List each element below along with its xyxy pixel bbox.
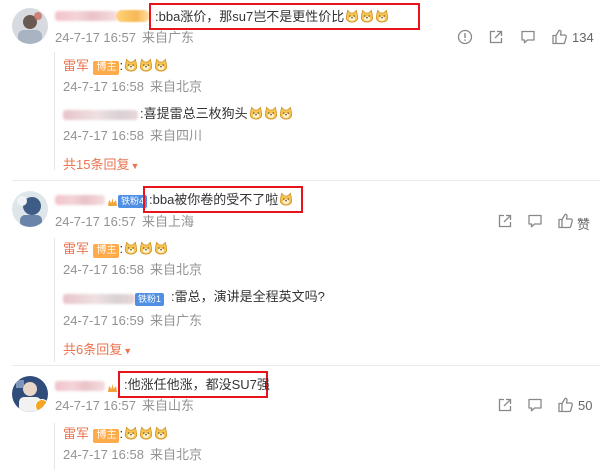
reply-text-content: :喜提雷总三枚狗头 [140, 106, 248, 121]
reply-location: 来自北京 [149, 79, 202, 94]
comment-meta: 24-7-17 16:57 来自上海 [55, 213, 194, 231]
reply-location: 来自广东 [149, 313, 202, 328]
author-badge: 博主 [93, 429, 120, 443]
caret-down-icon: ▼ [123, 346, 133, 356]
reply-time: 24-7-17 16:58 [63, 447, 144, 462]
comment-text-content: :bba被你卷的受不了啦 [149, 192, 279, 207]
reply-author[interactable]: 雷军 [63, 241, 89, 256]
doge-emoji-icon [248, 106, 293, 121]
verified-badge-icon [35, 399, 48, 412]
reply-author[interactable]: 雷军 [63, 58, 89, 73]
reply-text: :雷总，演讲是全程英文吗? [171, 289, 325, 304]
reply-thread-line [54, 238, 55, 362]
reply-location: 来自北京 [149, 262, 202, 277]
more-replies-link[interactable]: 共6条回复▼ [63, 341, 132, 360]
comment-location: 来自上海 [141, 214, 194, 229]
avatar[interactable] [12, 376, 48, 412]
reply-item: 雷军 博主: [63, 425, 168, 443]
reply-author[interactable] [63, 110, 138, 120]
comment-icon[interactable] [527, 213, 543, 234]
doge-emoji-icon [123, 240, 168, 257]
doge-emoji-icon [278, 192, 293, 207]
reply-meta: 24-7-17 16:59 来自广东 [63, 312, 202, 330]
doge-emoji-icon [123, 425, 168, 442]
reply-thread-line [54, 423, 55, 470]
share-icon[interactable] [497, 213, 513, 234]
like-count: 134 [572, 30, 594, 45]
comment-meta: 24-7-17 16:57 来自广东 [55, 29, 194, 47]
reply-item: 雷军 博主: [63, 240, 168, 258]
comment-meta: 24-7-17 16:57 来自山东 [55, 397, 194, 415]
caret-down-icon: ▼ [130, 161, 140, 171]
avatar[interactable] [12, 191, 48, 227]
reply-meta: 24-7-17 16:58 来自北京 [63, 261, 202, 279]
report-icon[interactable] [457, 29, 473, 50]
more-replies-label: 共15条回复 [63, 157, 130, 172]
comment-location: 来自广东 [141, 30, 194, 45]
doge-emoji-icon [344, 9, 389, 24]
fan-badge [116, 10, 150, 22]
more-replies-link[interactable]: 共15条回复▼ [63, 156, 139, 175]
reply-text: :喜提雷总三枚狗头 [140, 105, 293, 123]
comment-text: :bba被你卷的受不了啦 [149, 191, 293, 209]
like-count: 50 [578, 398, 593, 413]
reply-meta: 24-7-17 16:58 来自四川 [63, 127, 202, 145]
reply-time: 24-7-17 16:59 [63, 313, 144, 328]
comment-feed: :bba涨价，那su7岂不是更性价比 24-7-17 16:57 来自广东 134… [0, 0, 600, 470]
comment-location: 来自山东 [141, 398, 194, 413]
author-name[interactable] [55, 195, 105, 205]
reply-meta: 24-7-17 16:58 来自北京 [63, 78, 202, 96]
reply-thread-line [54, 52, 55, 170]
reply-time: 24-7-17 16:58 [63, 79, 144, 94]
reply-time: 24-7-17 16:58 [63, 128, 144, 143]
share-icon[interactable] [488, 29, 504, 50]
comment-divider [12, 180, 600, 181]
comment-text-content: :bba涨价，那su7岂不是更性价比 [155, 9, 345, 24]
share-icon[interactable] [497, 397, 513, 418]
avatar[interactable] [12, 8, 48, 44]
reply-location: 来自北京 [149, 447, 202, 462]
author-name[interactable] [55, 11, 117, 21]
author-badge: 博主 [93, 61, 120, 75]
fan-badge: 铁粉1 [135, 293, 165, 306]
author-badge: 博主 [93, 244, 120, 258]
comment-icon[interactable] [520, 29, 536, 50]
reply-meta: 24-7-17 16:58 来自北京 [63, 446, 202, 464]
doge-emoji-icon [123, 57, 168, 74]
like-label: 赞 [577, 217, 591, 232]
reply-author[interactable]: 雷军 [63, 426, 89, 441]
reply-time: 24-7-17 16:58 [63, 262, 144, 277]
comment-time: 24-7-17 16:57 [55, 214, 136, 229]
comment-text: :bba涨价，那su7岂不是更性价比 [155, 8, 389, 26]
comment-time: 24-7-17 16:57 [55, 30, 136, 45]
comment-divider [12, 365, 600, 366]
comment-icon[interactable] [527, 397, 543, 418]
reply-author[interactable] [63, 294, 135, 304]
crown-icon [107, 195, 118, 213]
reply-location: 来自四川 [149, 128, 202, 143]
author-name[interactable] [55, 381, 105, 391]
more-replies-label: 共6条回复 [63, 342, 123, 357]
comment-text: :他涨任他涨，都没SU7强 [124, 377, 270, 392]
thumbs-up-icon[interactable] [557, 396, 574, 418]
reply-item: 雷军 博主: [63, 57, 168, 75]
comment-time: 24-7-17 16:57 [55, 398, 136, 413]
thumbs-up-icon[interactable] [557, 212, 574, 234]
thumbs-up-icon[interactable] [551, 28, 568, 50]
